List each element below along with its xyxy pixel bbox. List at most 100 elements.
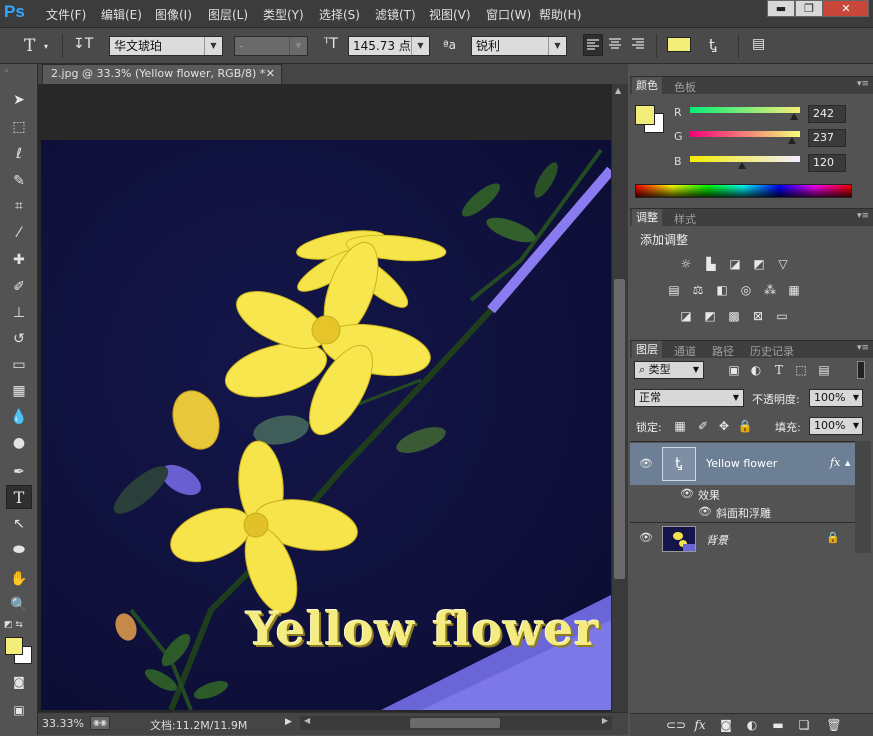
new-layer-icon[interactable]: ❏ [796, 718, 812, 732]
horizontal-scroll-thumb[interactable] [410, 718, 500, 728]
layer-filter-select[interactable]: ⌕ 类型 ▼ [634, 361, 704, 379]
menu-file[interactable]: 文件(F) [46, 6, 86, 23]
menu-view[interactable]: 视图(V) [429, 6, 471, 23]
color-balance-icon[interactable]: ⚖ [690, 283, 706, 297]
lock-transparent-icon[interactable]: ▦ [672, 419, 688, 433]
panel-menu-icon[interactable]: ▾≡ [857, 79, 869, 89]
color-spectrum-ramp[interactable] [635, 184, 852, 198]
menu-select[interactable]: 选择(S) [319, 6, 360, 23]
expand-effects-icon[interactable]: ▲ [845, 459, 850, 467]
marquee-tool-icon[interactable]: ⬚ [6, 115, 32, 139]
tab-adjustments[interactable]: 调整 [632, 209, 662, 226]
layer-row-background[interactable]: 👁 背景 🔒 [630, 522, 855, 554]
collapse-icon[interactable]: » [4, 66, 9, 75]
posterize-icon[interactable]: ◩ [702, 309, 718, 323]
threshold-icon[interactable]: ▩ [726, 309, 742, 323]
warp-text-icon[interactable]: Ꮏ [709, 36, 717, 54]
font-style-select[interactable]: - ▼ [234, 36, 308, 56]
filter-toggle-switch[interactable] [857, 361, 865, 379]
red-slider[interactable] [690, 107, 800, 113]
black-white-icon[interactable]: ◧ [714, 283, 730, 297]
type-tool-icon[interactable]: T [24, 36, 35, 56]
path-selection-tool-icon[interactable]: ↖ [6, 512, 32, 536]
new-group-icon[interactable]: ▬ [770, 718, 786, 732]
effect-item-row[interactable]: 👁 斜面和浮雕 [630, 503, 855, 521]
gradient-tool-icon[interactable]: ▦ [6, 379, 32, 403]
default-colors-icon[interactable]: ◩ ⇆ [4, 620, 23, 630]
fill-input[interactable]: 100% ▼ [809, 417, 863, 435]
filter-pixel-icon[interactable]: ▣ [726, 363, 742, 377]
screen-mode-icon[interactable]: ▣ [6, 698, 32, 722]
red-value[interactable]: 242 [808, 105, 846, 123]
invert-icon[interactable]: ◪ [678, 309, 694, 323]
visibility-eye-icon[interactable]: 👁 [680, 487, 694, 500]
levels-icon[interactable]: ▙ [703, 257, 719, 271]
menu-filter[interactable]: 滤镜(T) [375, 6, 416, 23]
type-tool-icon[interactable]: T [6, 485, 32, 509]
tab-styles[interactable]: 样式 [674, 211, 696, 227]
scroll-right-icon[interactable]: ▶ [602, 716, 608, 725]
layer-name[interactable]: 背景 [706, 532, 728, 548]
filter-adjustment-icon[interactable]: ◐ [748, 363, 764, 377]
close-window-button[interactable]: ✕ [823, 0, 869, 17]
history-brush-tool-icon[interactable]: ↺ [6, 327, 32, 351]
eyedropper-tool-icon[interactable]: ⁄ [6, 221, 32, 245]
clone-stamp-tool-icon[interactable]: ⊥ [6, 301, 32, 325]
quick-mask-icon[interactable]: ◙ [6, 670, 32, 694]
filter-type-icon[interactable]: T [771, 363, 787, 377]
align-center-button[interactable] [606, 34, 626, 56]
lasso-tool-icon[interactable]: ℓ [6, 142, 32, 166]
delete-layer-icon[interactable]: 🗑 [826, 718, 842, 732]
menu-edit[interactable]: 编辑(E) [101, 6, 142, 23]
blue-value[interactable]: 120 [808, 154, 846, 172]
foreground-color-swatch[interactable] [5, 637, 23, 655]
dodge-tool-icon[interactable]: ● [6, 431, 32, 455]
scroll-up-icon[interactable]: ▲ [615, 86, 621, 95]
healing-brush-tool-icon[interactable]: ✚ [6, 248, 32, 272]
minimize-button[interactable]: ▬ [767, 0, 795, 17]
move-tool-icon[interactable]: ➤ [6, 88, 32, 112]
status-menu-arrow-icon[interactable]: ▶ [285, 717, 292, 727]
red-slider-thumb[interactable] [790, 113, 799, 120]
menu-window[interactable]: 窗口(W) [486, 6, 531, 23]
tab-history[interactable]: 历史记录 [750, 343, 794, 359]
hue-saturation-icon[interactable]: ▤ [666, 283, 682, 297]
document-tab[interactable]: 2.jpg @ 33.3% (Yellow flower, RGB/8) * ✕ [42, 64, 282, 84]
visibility-eye-icon[interactable]: 👁 [698, 505, 712, 518]
lock-position-icon[interactable]: ✥ [716, 419, 732, 433]
zoom-tool-icon[interactable]: 🔍 [6, 593, 32, 617]
layers-scrollbar[interactable] [855, 441, 871, 553]
quick-select-tool-icon[interactable]: ✎ [6, 169, 32, 193]
ellipse-tool-icon[interactable]: ⬬ [6, 538, 32, 562]
tab-swatches[interactable]: 色板 [674, 79, 696, 95]
photo-canvas[interactable]: Yellow flower [41, 140, 611, 710]
menu-type[interactable]: 类型(Y) [263, 6, 304, 23]
hand-tool-icon[interactable]: ✋ [6, 567, 32, 591]
vertical-scrollbar[interactable]: ▲ [612, 84, 628, 712]
brush-tool-icon[interactable]: ✐ [6, 275, 32, 299]
tab-paths[interactable]: 路径 [712, 343, 734, 359]
font-family-select[interactable]: 华文琥珀 ▼ [109, 36, 223, 56]
visibility-eye-icon[interactable]: 👁 [639, 457, 653, 470]
filter-shape-icon[interactable]: ⬚ [793, 363, 809, 377]
anti-alias-select[interactable]: 锐利 ▼ [471, 36, 567, 56]
color-lookup-icon[interactable]: ▦ [786, 283, 802, 297]
zoom-level[interactable]: 33.33% [42, 717, 84, 730]
font-size-select[interactable]: 145.73 点 ▼ [348, 36, 430, 56]
photo-filter-icon[interactable]: ◎ [738, 283, 754, 297]
brightness-contrast-icon[interactable]: ☼ [678, 257, 694, 271]
effects-row[interactable]: 👁 效果 [630, 485, 855, 503]
filter-smart-object-icon[interactable]: ▤ [816, 363, 832, 377]
gradient-map-icon[interactable]: ▭ [774, 309, 790, 323]
add-style-icon[interactable]: fx [692, 718, 708, 732]
curves-icon[interactable]: ◪ [727, 257, 743, 271]
horizontal-scrollbar[interactable]: ◀ ▶ [300, 716, 612, 730]
link-layers-icon[interactable]: ⊂⊃ [666, 718, 686, 732]
panel-menu-icon[interactable]: ▾≡ [857, 343, 869, 353]
layer-row-text[interactable]: 👁 Ꮏ Yellow flower fx ▲ [630, 443, 855, 485]
status-info-icon[interactable]: ◉◉ [90, 716, 110, 730]
green-slider-thumb[interactable] [788, 137, 797, 144]
tab-channels[interactable]: 通道 [674, 343, 696, 359]
new-adjustment-icon[interactable]: ◐ [744, 718, 760, 732]
layer-fx-icon[interactable]: fx [830, 456, 840, 469]
